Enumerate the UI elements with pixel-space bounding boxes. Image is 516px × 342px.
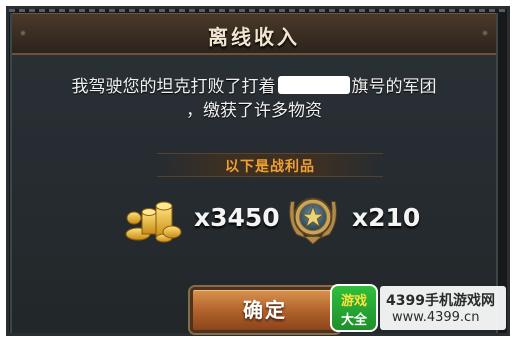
dialog-title: 离线收入 [208,25,300,49]
message-text: 我驾驶您的坦克打败了打着 [71,77,276,97]
gold-amount: x3450 [194,203,280,232]
star-medal-icon [289,197,337,245]
frame-border-dashed [9,9,507,12]
confirm-button[interactable]: 确定 [190,287,340,333]
gold-coins-icon [125,201,182,243]
message-line-1: 我驾驶您的坦克打败了打着 旗号的军团 [32,75,476,99]
medal-amount: x210 [352,203,421,232]
dialog-message: 我驾驶您的坦克打败了打着 旗号的军团 ，缴获了许多物资 [32,75,476,123]
watermark-logo: 游戏 大全 [330,284,378,332]
message-text: 旗号的军团 [351,77,437,97]
dialog-title-bar: 离线收入 [12,13,496,55]
watermark-url: www.4399.cn [392,310,480,325]
watermark-logo-bottom: 大全 [340,313,367,328]
watermark-site-name: 4399手机游戏网 [386,293,495,309]
loot-heading-bar: 以下是战利品 [157,153,383,177]
message-line-2: ，缴获了许多物资 [186,101,322,121]
watermark-text: 4399手机游戏网 www.4399.cn [380,286,506,330]
watermark-logo-top: 游戏 [340,294,367,309]
redacted-name [277,76,350,94]
loot-heading: 以下是战利品 [225,159,315,175]
site-watermark: 游戏 大全 4399手机游戏网 www.4399.cn [330,284,506,332]
